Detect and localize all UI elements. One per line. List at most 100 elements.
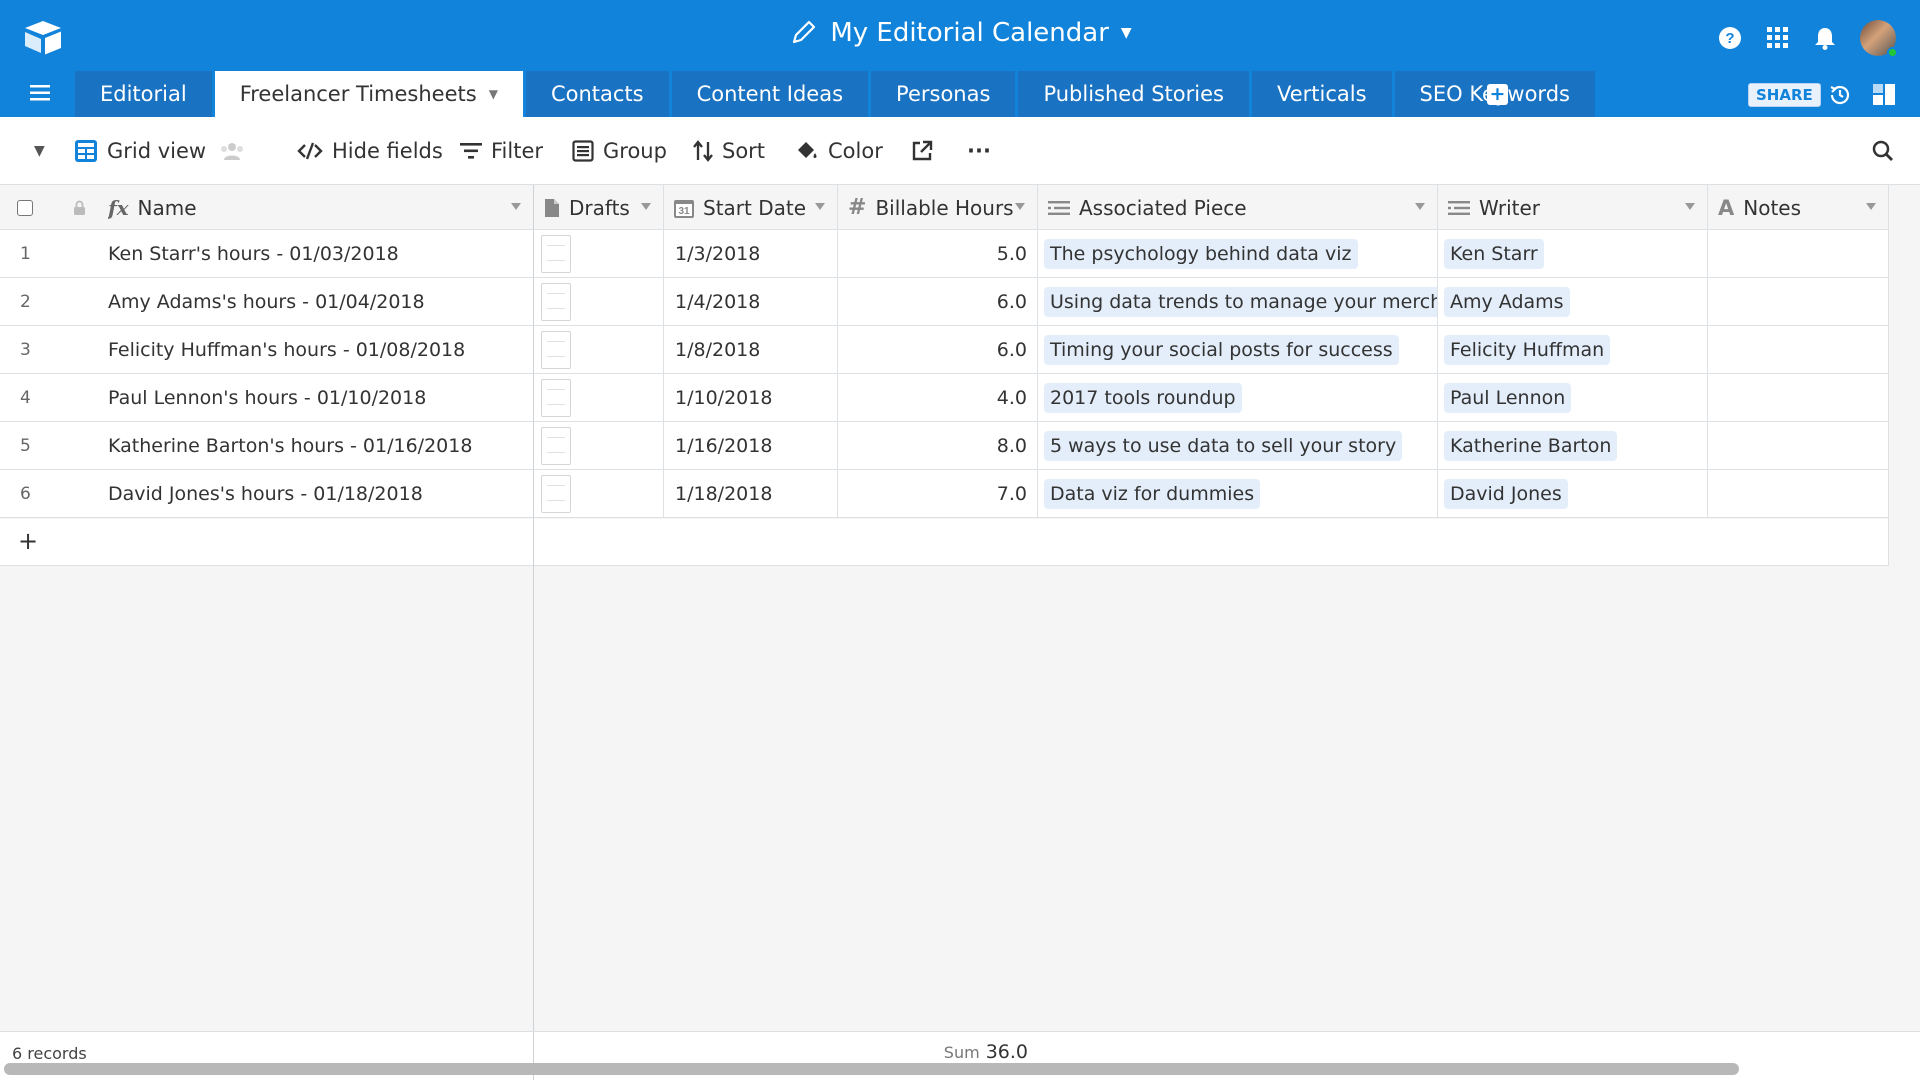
add-table-icon[interactable]: + xyxy=(1487,84,1508,105)
chevron-down-icon[interactable] xyxy=(1015,203,1025,210)
writer-cell[interactable]: Ken Starr xyxy=(1438,230,1708,277)
column-header-writer[interactable]: Writer xyxy=(1438,185,1708,230)
apps-grid-icon[interactable] xyxy=(1766,26,1790,50)
linked-record-chip[interactable]: Using data trends to manage your merchan… xyxy=(1044,286,1437,317)
horizontal-scrollbar[interactable] xyxy=(4,1063,1739,1075)
billable-hours-cell[interactable]: 8.0 xyxy=(838,422,1038,469)
start-date-cell[interactable]: 1/10/2018 xyxy=(664,374,838,421)
associated-piece-cell[interactable]: Using data trends to manage your merchan… xyxy=(1038,278,1438,325)
tab-content-ideas[interactable]: Content Ideas xyxy=(671,71,869,117)
name-cell[interactable]: Katherine Barton's hours - 01/16/2018 xyxy=(108,422,534,469)
linked-record-chip[interactable]: Amy Adams xyxy=(1444,286,1570,317)
draft-attachment-thumbnail[interactable] xyxy=(541,330,571,369)
billable-hours-summary[interactable]: Sum 36.0 xyxy=(900,1041,1028,1063)
hamburger-menu-icon[interactable] xyxy=(30,85,50,105)
start-date-cell[interactable]: 1/4/2018 xyxy=(664,278,838,325)
group-button[interactable]: Group xyxy=(572,117,667,185)
drafts-cell[interactable] xyxy=(534,422,664,469)
share-view-button[interactable] xyxy=(911,117,933,185)
notes-cell[interactable] xyxy=(1708,422,1889,469)
draft-attachment-thumbnail[interactable] xyxy=(541,426,571,465)
tab-published-stories[interactable]: Published Stories xyxy=(1018,71,1249,117)
chevron-down-icon[interactable] xyxy=(641,203,651,210)
linked-record-chip[interactable]: Paul Lennon xyxy=(1444,382,1572,413)
view-switcher-toggle[interactable]: ▼ xyxy=(34,117,45,185)
drafts-cell[interactable] xyxy=(534,230,664,277)
chevron-down-icon[interactable] xyxy=(1415,203,1425,210)
notifications-bell-icon[interactable] xyxy=(1814,26,1836,50)
start-date-cell[interactable]: 1/18/2018 xyxy=(664,470,838,517)
start-date-cell[interactable]: 1/8/2018 xyxy=(664,326,838,373)
plus-icon[interactable]: + xyxy=(18,527,38,555)
filter-button[interactable]: Filter xyxy=(460,117,543,185)
sort-button[interactable]: Sort xyxy=(693,117,765,185)
name-cell[interactable]: Felicity Huffman's hours - 01/08/2018 xyxy=(108,326,534,373)
chevron-down-icon[interactable] xyxy=(815,203,825,210)
billable-hours-cell[interactable]: 6.0 xyxy=(838,278,1038,325)
linked-record-chip[interactable]: Timing your social posts for success xyxy=(1044,334,1399,365)
table-row[interactable]: 3 Felicity Huffman's hours - 01/08/2018 … xyxy=(0,326,1889,374)
search-button[interactable] xyxy=(1872,117,1894,185)
drafts-cell[interactable] xyxy=(534,326,664,373)
chevron-down-icon[interactable] xyxy=(1685,203,1695,210)
tab-personas[interactable]: Personas xyxy=(871,71,1016,117)
hide-fields-button[interactable]: Hide fields xyxy=(297,117,443,185)
associated-piece-cell[interactable]: Data viz for dummies xyxy=(1038,470,1438,517)
drafts-cell[interactable] xyxy=(534,470,664,517)
billable-hours-cell[interactable]: 4.0 xyxy=(838,374,1038,421)
draft-attachment-thumbnail[interactable] xyxy=(541,474,571,513)
color-button[interactable]: Color xyxy=(795,117,883,185)
column-header-start-date[interactable]: 31 Start Date xyxy=(664,185,838,230)
billable-hours-cell[interactable]: 7.0 xyxy=(838,470,1038,517)
share-button[interactable]: SHARE xyxy=(1748,83,1821,107)
notes-cell[interactable] xyxy=(1708,230,1889,277)
tab-contacts[interactable]: Contacts xyxy=(525,71,669,117)
linked-record-chip[interactable]: 5 ways to use data to sell your story xyxy=(1044,430,1403,461)
help-icon[interactable]: ? xyxy=(1718,26,1742,50)
linked-record-chip[interactable]: Katherine Barton xyxy=(1444,430,1618,461)
column-header-drafts[interactable]: Drafts xyxy=(534,185,664,230)
column-header-billable-hours[interactable]: # Billable Hours xyxy=(838,185,1038,230)
linked-record-chip[interactable]: Ken Starr xyxy=(1444,238,1544,269)
notes-cell[interactable] xyxy=(1708,374,1889,421)
draft-attachment-thumbnail[interactable] xyxy=(541,378,571,417)
table-row[interactable]: 2 Amy Adams's hours - 01/04/2018 1/4/201… xyxy=(0,278,1889,326)
start-date-cell[interactable]: 1/3/2018 xyxy=(664,230,838,277)
name-cell[interactable]: Amy Adams's hours - 01/04/2018 xyxy=(108,278,534,325)
writer-cell[interactable]: Felicity Huffman xyxy=(1438,326,1708,373)
table-row[interactable]: 1 Ken Starr's hours - 01/03/2018 1/3/201… xyxy=(0,230,1889,278)
select-all-checkbox[interactable] xyxy=(17,199,33,216)
linked-record-chip[interactable]: Felicity Huffman xyxy=(1444,334,1611,365)
writer-cell[interactable]: Paul Lennon xyxy=(1438,374,1708,421)
name-cell[interactable]: Ken Starr's hours - 01/03/2018 xyxy=(108,230,534,277)
drafts-cell[interactable] xyxy=(534,278,664,325)
table-row[interactable]: 5 Katherine Barton's hours - 01/16/2018 … xyxy=(0,422,1889,470)
notes-cell[interactable] xyxy=(1708,470,1889,517)
add-record-row[interactable]: + xyxy=(0,519,1889,566)
more-options-icon[interactable]: ··· xyxy=(967,117,991,185)
blocks-icon[interactable] xyxy=(1872,83,1896,111)
column-header-notes[interactable]: A Notes xyxy=(1708,185,1889,230)
linked-record-chip[interactable]: Data viz for dummies xyxy=(1044,478,1261,509)
linked-record-chip[interactable]: 2017 tools roundup xyxy=(1044,382,1242,413)
writer-cell[interactable]: Amy Adams xyxy=(1438,278,1708,325)
associated-piece-cell[interactable]: 5 ways to use data to sell your story xyxy=(1038,422,1438,469)
associated-piece-cell[interactable]: Timing your social posts for success xyxy=(1038,326,1438,373)
tab-freelancer-timesheets[interactable]: Freelancer Timesheets ▼ xyxy=(214,71,523,117)
drafts-cell[interactable] xyxy=(534,374,664,421)
billable-hours-cell[interactable]: 6.0 xyxy=(838,326,1038,373)
tab-editorial[interactable]: Editorial xyxy=(75,71,212,117)
column-header-associated-piece[interactable]: Associated Piece xyxy=(1038,185,1438,230)
notes-cell[interactable] xyxy=(1708,278,1889,325)
user-avatar[interactable] xyxy=(1860,20,1898,58)
chevron-down-icon[interactable] xyxy=(1866,203,1876,210)
tab-verticals[interactable]: Verticals xyxy=(1251,71,1392,117)
chevron-down-icon[interactable]: ▼ xyxy=(489,87,498,101)
draft-attachment-thumbnail[interactable] xyxy=(541,234,571,273)
table-row[interactable]: 6 David Jones's hours - 01/18/2018 1/18/… xyxy=(0,470,1889,518)
history-icon[interactable] xyxy=(1828,83,1852,111)
chevron-down-icon[interactable] xyxy=(511,203,521,210)
start-date-cell[interactable]: 1/16/2018 xyxy=(664,422,838,469)
name-cell[interactable]: Paul Lennon's hours - 01/10/2018 xyxy=(108,374,534,421)
base-title-button[interactable]: My Editorial Calendar ▼ xyxy=(788,18,1132,48)
